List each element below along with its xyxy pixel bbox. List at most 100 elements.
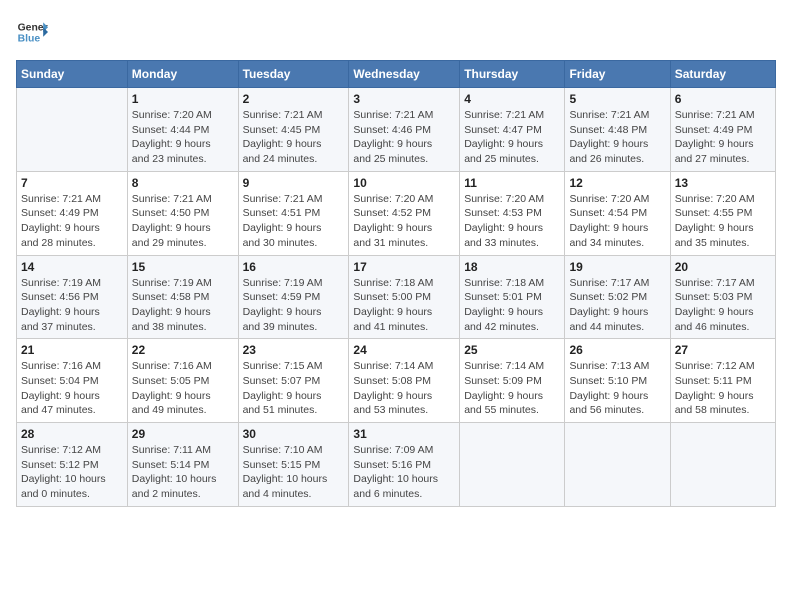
day-number: 8 bbox=[132, 176, 234, 190]
column-header-thursday: Thursday bbox=[460, 61, 565, 88]
day-number: 28 bbox=[21, 427, 123, 441]
calendar-table: SundayMondayTuesdayWednesdayThursdayFrid… bbox=[16, 60, 776, 507]
day-number: 1 bbox=[132, 92, 234, 106]
calendar-cell: 8 Sunrise: 7:21 AM Sunset: 4:50 PM Daylig… bbox=[127, 171, 238, 255]
page-header: General Blue bbox=[16, 16, 776, 48]
day-info: Sunrise: 7:09 AM Sunset: 5:16 PM Dayligh… bbox=[353, 443, 455, 502]
calendar-cell: 19 Sunrise: 7:17 AM Sunset: 5:02 PM Dayli… bbox=[565, 255, 670, 339]
day-number: 18 bbox=[464, 260, 560, 274]
day-info: Sunrise: 7:12 AM Sunset: 5:12 PM Dayligh… bbox=[21, 443, 123, 502]
calendar-cell: 2 Sunrise: 7:21 AM Sunset: 4:45 PM Daylig… bbox=[238, 88, 349, 172]
day-info: Sunrise: 7:20 AM Sunset: 4:44 PM Dayligh… bbox=[132, 108, 234, 167]
calendar-cell: 5 Sunrise: 7:21 AM Sunset: 4:48 PM Daylig… bbox=[565, 88, 670, 172]
day-number: 21 bbox=[21, 343, 123, 357]
column-header-friday: Friday bbox=[565, 61, 670, 88]
day-info: Sunrise: 7:15 AM Sunset: 5:07 PM Dayligh… bbox=[243, 359, 345, 418]
column-header-tuesday: Tuesday bbox=[238, 61, 349, 88]
day-info: Sunrise: 7:20 AM Sunset: 4:52 PM Dayligh… bbox=[353, 192, 455, 251]
day-number: 31 bbox=[353, 427, 455, 441]
calendar-cell: 29 Sunrise: 7:11 AM Sunset: 5:14 PM Dayli… bbox=[127, 423, 238, 507]
calendar-cell bbox=[565, 423, 670, 507]
day-number: 23 bbox=[243, 343, 345, 357]
column-header-wednesday: Wednesday bbox=[349, 61, 460, 88]
column-header-sunday: Sunday bbox=[17, 61, 128, 88]
day-info: Sunrise: 7:13 AM Sunset: 5:10 PM Dayligh… bbox=[569, 359, 665, 418]
day-info: Sunrise: 7:21 AM Sunset: 4:51 PM Dayligh… bbox=[243, 192, 345, 251]
day-info: Sunrise: 7:14 AM Sunset: 5:08 PM Dayligh… bbox=[353, 359, 455, 418]
calendar-cell: 3 Sunrise: 7:21 AM Sunset: 4:46 PM Daylig… bbox=[349, 88, 460, 172]
day-number: 26 bbox=[569, 343, 665, 357]
day-number: 24 bbox=[353, 343, 455, 357]
day-info: Sunrise: 7:20 AM Sunset: 4:55 PM Dayligh… bbox=[675, 192, 771, 251]
day-info: Sunrise: 7:21 AM Sunset: 4:48 PM Dayligh… bbox=[569, 108, 665, 167]
calendar-cell: 14 Sunrise: 7:19 AM Sunset: 4:56 PM Dayli… bbox=[17, 255, 128, 339]
day-number: 15 bbox=[132, 260, 234, 274]
day-info: Sunrise: 7:14 AM Sunset: 5:09 PM Dayligh… bbox=[464, 359, 560, 418]
day-info: Sunrise: 7:19 AM Sunset: 4:56 PM Dayligh… bbox=[21, 276, 123, 335]
day-info: Sunrise: 7:20 AM Sunset: 4:54 PM Dayligh… bbox=[569, 192, 665, 251]
day-info: Sunrise: 7:12 AM Sunset: 5:11 PM Dayligh… bbox=[675, 359, 771, 418]
day-number: 30 bbox=[243, 427, 345, 441]
day-info: Sunrise: 7:21 AM Sunset: 4:49 PM Dayligh… bbox=[21, 192, 123, 251]
calendar-cell: 17Sunrise: 7:18 AM Sunset: 5:00 PM Dayli… bbox=[349, 255, 460, 339]
calendar-cell: 30 Sunrise: 7:10 AM Sunset: 5:15 PM Dayli… bbox=[238, 423, 349, 507]
day-number: 7 bbox=[21, 176, 123, 190]
calendar-cell: 11 Sunrise: 7:20 AM Sunset: 4:53 PM Dayli… bbox=[460, 171, 565, 255]
calendar-cell: 26 Sunrise: 7:13 AM Sunset: 5:10 PM Dayli… bbox=[565, 339, 670, 423]
day-number: 6 bbox=[675, 92, 771, 106]
svg-text:Blue: Blue bbox=[18, 34, 41, 45]
day-number: 11 bbox=[464, 176, 560, 190]
calendar-cell: 18 Sunrise: 7:18 AM Sunset: 5:01 PM Dayli… bbox=[460, 255, 565, 339]
day-number: 19 bbox=[569, 260, 665, 274]
column-header-saturday: Saturday bbox=[670, 61, 775, 88]
day-number: 9 bbox=[243, 176, 345, 190]
day-number: 2 bbox=[243, 92, 345, 106]
day-info: Sunrise: 7:21 AM Sunset: 4:47 PM Dayligh… bbox=[464, 108, 560, 167]
day-number: 5 bbox=[569, 92, 665, 106]
calendar-cell bbox=[670, 423, 775, 507]
calendar-cell: 24 Sunrise: 7:14 AM Sunset: 5:08 PM Dayli… bbox=[349, 339, 460, 423]
day-number: 12 bbox=[569, 176, 665, 190]
calendar-cell bbox=[460, 423, 565, 507]
day-info: Sunrise: 7:19 AM Sunset: 4:59 PM Dayligh… bbox=[243, 276, 345, 335]
day-info: Sunrise: 7:10 AM Sunset: 5:15 PM Dayligh… bbox=[243, 443, 345, 502]
day-info: Sunrise: 7:21 AM Sunset: 4:45 PM Dayligh… bbox=[243, 108, 345, 167]
day-number: 13 bbox=[675, 176, 771, 190]
calendar-cell: 31 Sunrise: 7:09 AM Sunset: 5:16 PM Dayli… bbox=[349, 423, 460, 507]
calendar-cell: 7 Sunrise: 7:21 AM Sunset: 4:49 PM Daylig… bbox=[17, 171, 128, 255]
day-info: Sunrise: 7:16 AM Sunset: 5:05 PM Dayligh… bbox=[132, 359, 234, 418]
calendar-cell: 10 Sunrise: 7:20 AM Sunset: 4:52 PM Dayli… bbox=[349, 171, 460, 255]
day-info: Sunrise: 7:20 AM Sunset: 4:53 PM Dayligh… bbox=[464, 192, 560, 251]
day-number: 14 bbox=[21, 260, 123, 274]
calendar-cell: 9 Sunrise: 7:21 AM Sunset: 4:51 PM Daylig… bbox=[238, 171, 349, 255]
logo-icon: General Blue bbox=[16, 16, 48, 48]
day-number: 22 bbox=[132, 343, 234, 357]
calendar-cell: 20 Sunrise: 7:17 AM Sunset: 5:03 PM Dayli… bbox=[670, 255, 775, 339]
day-info: Sunrise: 7:21 AM Sunset: 4:46 PM Dayligh… bbox=[353, 108, 455, 167]
calendar-cell: 13 Sunrise: 7:20 AM Sunset: 4:55 PM Dayli… bbox=[670, 171, 775, 255]
day-number: 3 bbox=[353, 92, 455, 106]
day-number: 27 bbox=[675, 343, 771, 357]
day-info: Sunrise: 7:17 AM Sunset: 5:03 PM Dayligh… bbox=[675, 276, 771, 335]
calendar-cell: 1 Sunrise: 7:20 AM Sunset: 4:44 PM Daylig… bbox=[127, 88, 238, 172]
calendar-cell: 28 Sunrise: 7:12 AM Sunset: 5:12 PM Dayli… bbox=[17, 423, 128, 507]
day-number: 20 bbox=[675, 260, 771, 274]
calendar-cell: 21 Sunrise: 7:16 AM Sunset: 5:04 PM Dayli… bbox=[17, 339, 128, 423]
calendar-cell: 15 Sunrise: 7:19 AM Sunset: 4:58 PM Dayli… bbox=[127, 255, 238, 339]
day-info: Sunrise: 7:19 AM Sunset: 4:58 PM Dayligh… bbox=[132, 276, 234, 335]
calendar-cell: 6Sunrise: 7:21 AM Sunset: 4:49 PM Daylig… bbox=[670, 88, 775, 172]
day-info: Sunrise: 7:18 AM Sunset: 5:01 PM Dayligh… bbox=[464, 276, 560, 335]
calendar-cell: 12 Sunrise: 7:20 AM Sunset: 4:54 PM Dayli… bbox=[565, 171, 670, 255]
day-number: 29 bbox=[132, 427, 234, 441]
column-header-monday: Monday bbox=[127, 61, 238, 88]
day-info: Sunrise: 7:17 AM Sunset: 5:02 PM Dayligh… bbox=[569, 276, 665, 335]
day-info: Sunrise: 7:11 AM Sunset: 5:14 PM Dayligh… bbox=[132, 443, 234, 502]
day-number: 25 bbox=[464, 343, 560, 357]
logo: General Blue bbox=[16, 16, 48, 48]
calendar-cell: 27 Sunrise: 7:12 AM Sunset: 5:11 PM Dayli… bbox=[670, 339, 775, 423]
day-number: 10 bbox=[353, 176, 455, 190]
calendar-cell: 25 Sunrise: 7:14 AM Sunset: 5:09 PM Dayli… bbox=[460, 339, 565, 423]
day-info: Sunrise: 7:16 AM Sunset: 5:04 PM Dayligh… bbox=[21, 359, 123, 418]
day-number: 4 bbox=[464, 92, 560, 106]
day-info: Sunrise: 7:21 AM Sunset: 4:50 PM Dayligh… bbox=[132, 192, 234, 251]
